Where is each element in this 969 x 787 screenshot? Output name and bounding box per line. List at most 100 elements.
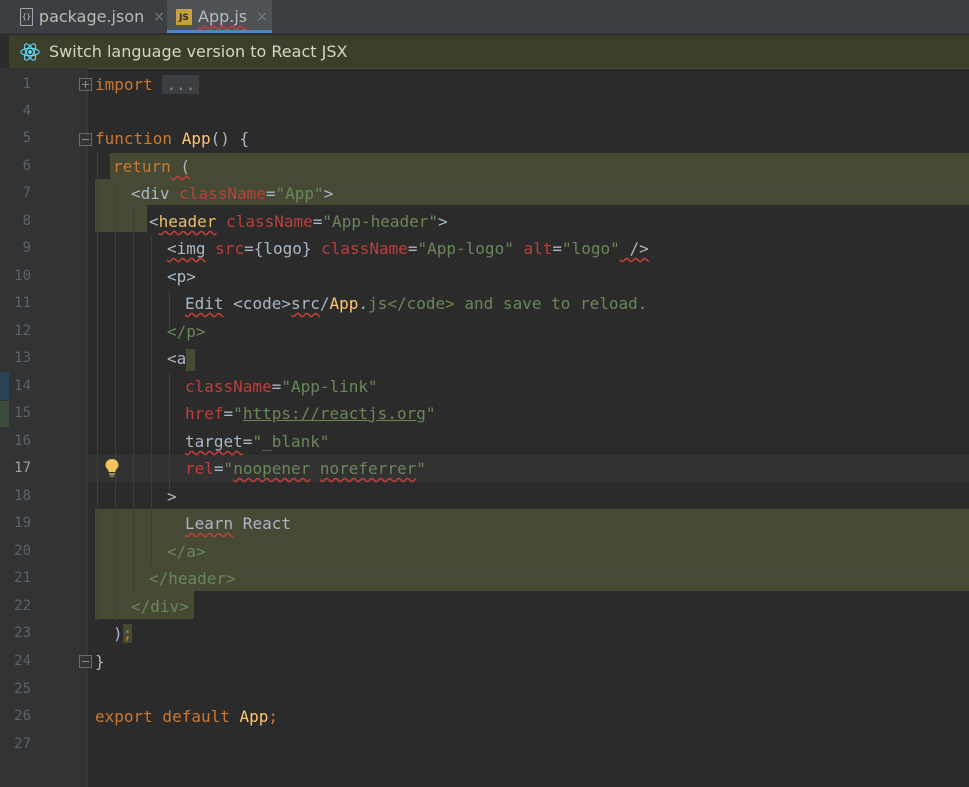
line-number: 4 — [22, 103, 31, 119]
string: "App" — [275, 184, 324, 203]
line-number: 27 — [14, 736, 31, 752]
code-text[interactable]: </p> — [167, 318, 206, 345]
code-token: ( — [170, 157, 191, 176]
code-text[interactable]: function App() { — [95, 125, 249, 152]
code-line: 11 Edit <code>src/App.js</code> and save… — [0, 290, 969, 317]
line-number: 23 — [14, 625, 31, 641]
tag: <a — [167, 349, 187, 368]
attribute: alt — [523, 239, 553, 258]
code-line: 5 function App() { — [0, 125, 969, 152]
code-text[interactable]: <header className="App-header"> — [149, 208, 448, 235]
code-text[interactable]: import ... — [95, 71, 200, 98]
jsx-text: . — [358, 294, 369, 313]
string — [310, 459, 320, 478]
tag: </a> — [167, 542, 206, 561]
string: " — [416, 459, 426, 478]
code-text[interactable]: </a> — [167, 538, 206, 565]
line-number: 25 — [14, 681, 31, 697]
code-text[interactable]: Learn React — [185, 510, 291, 537]
code-text[interactable]: <img src={logo} className="App-logo" alt… — [167, 235, 649, 262]
code-text[interactable]: export default App; — [95, 703, 278, 730]
code-text[interactable]: <p> — [167, 263, 196, 290]
string: "_blank" — [252, 432, 330, 451]
line-number: 6 — [22, 158, 31, 174]
banner-text[interactable]: Switch language version to React JSX — [49, 42, 347, 61]
keyword: function — [95, 129, 173, 148]
folded-imports[interactable]: ... — [162, 75, 200, 94]
code-line: 18 > — [0, 483, 969, 510]
code-text[interactable]: className="App-link" — [185, 373, 378, 400]
code-line: 25 — [0, 676, 969, 703]
tag: <p> — [167, 267, 196, 286]
line-number: 26 — [14, 708, 31, 724]
code-line: 24 } — [0, 648, 969, 675]
string: "logo" — [562, 239, 620, 258]
language-version-banner[interactable]: Switch language version to React JSX — [9, 35, 969, 69]
code-line: 16 target="_blank" — [0, 428, 969, 455]
code-token: ={logo} — [244, 239, 312, 258]
line-number: 17 — [14, 460, 31, 476]
line-number: 9 — [22, 240, 31, 256]
line-number: 10 — [14, 268, 31, 284]
tab-app-js[interactable]: JS App.js × — [167, 0, 272, 33]
tag: </p> — [167, 322, 206, 341]
code-token: = — [242, 432, 253, 451]
code-text[interactable]: href="https://reactjs.org" — [185, 400, 435, 427]
tag: header — [158, 212, 217, 231]
react-icon — [20, 42, 40, 61]
line-number: 22 — [14, 598, 31, 614]
tag: > — [167, 487, 177, 506]
line-number: 7 — [22, 185, 31, 201]
tag: > — [438, 212, 448, 231]
code-token: ) — [113, 624, 123, 643]
jsx-text: React — [233, 514, 291, 533]
line-number: 8 — [22, 213, 31, 229]
code-text[interactable]: Edit <code>src/App.js</code> and save to… — [185, 290, 647, 317]
code-text[interactable]: > — [167, 483, 177, 510]
code-text[interactable]: rel="noopener noreferrer" — [185, 455, 426, 482]
code-line: 15 href="https://reactjs.org" — [0, 400, 969, 427]
code-text[interactable]: </div> — [131, 593, 189, 620]
code-text[interactable]: return ( — [113, 153, 190, 180]
code-token: () { — [210, 129, 250, 148]
active-tab-indicator — [167, 30, 272, 33]
code-line: 14 className="App-link" — [0, 373, 969, 400]
attribute: target — [185, 432, 243, 451]
code-text[interactable]: </header> — [149, 565, 236, 592]
code-text[interactable]: target="_blank" — [185, 428, 330, 455]
close-icon[interactable]: × — [153, 9, 165, 25]
string: " — [223, 459, 234, 478]
code-token: ; — [268, 707, 279, 726]
line-number: 11 — [14, 295, 31, 311]
tab-label: package.json — [38, 7, 145, 26]
jsx-text: and save to reload. — [454, 294, 648, 313]
url-link[interactable]: https://reactjs.org — [243, 404, 426, 423]
attribute: className — [321, 239, 408, 258]
code-token: = — [213, 459, 224, 478]
code-text[interactable]: <a — [167, 345, 196, 372]
attribute: className — [179, 184, 266, 203]
jsx-text: Edit — [185, 294, 224, 313]
attribute: className — [226, 212, 313, 231]
keyword: return — [113, 157, 171, 176]
jsx-text: js — [368, 294, 388, 313]
string: noopener — [233, 459, 311, 478]
line-number: 21 — [14, 570, 31, 586]
tag: <div — [131, 184, 170, 203]
code-text[interactable]: <div className="App"> — [131, 180, 333, 207]
string: " — [233, 404, 243, 423]
close-icon[interactable]: × — [256, 9, 268, 25]
attribute: rel — [185, 459, 214, 478]
tab-package-json[interactable]: {} package.json × — [20, 0, 165, 33]
line-number: 18 — [14, 488, 31, 504]
code-text[interactable]: } — [95, 648, 105, 675]
jsx-text: src — [290, 294, 320, 313]
line-number: 12 — [14, 323, 31, 339]
code-line: 1 import ... — [0, 71, 969, 98]
line-number: 20 — [14, 543, 31, 559]
code-text[interactable]: ); — [113, 620, 133, 647]
code-line: 4 — [0, 98, 969, 125]
string: "App-logo" — [417, 239, 514, 258]
tag: <img — [167, 239, 206, 258]
code-line: 27 — [0, 731, 969, 758]
